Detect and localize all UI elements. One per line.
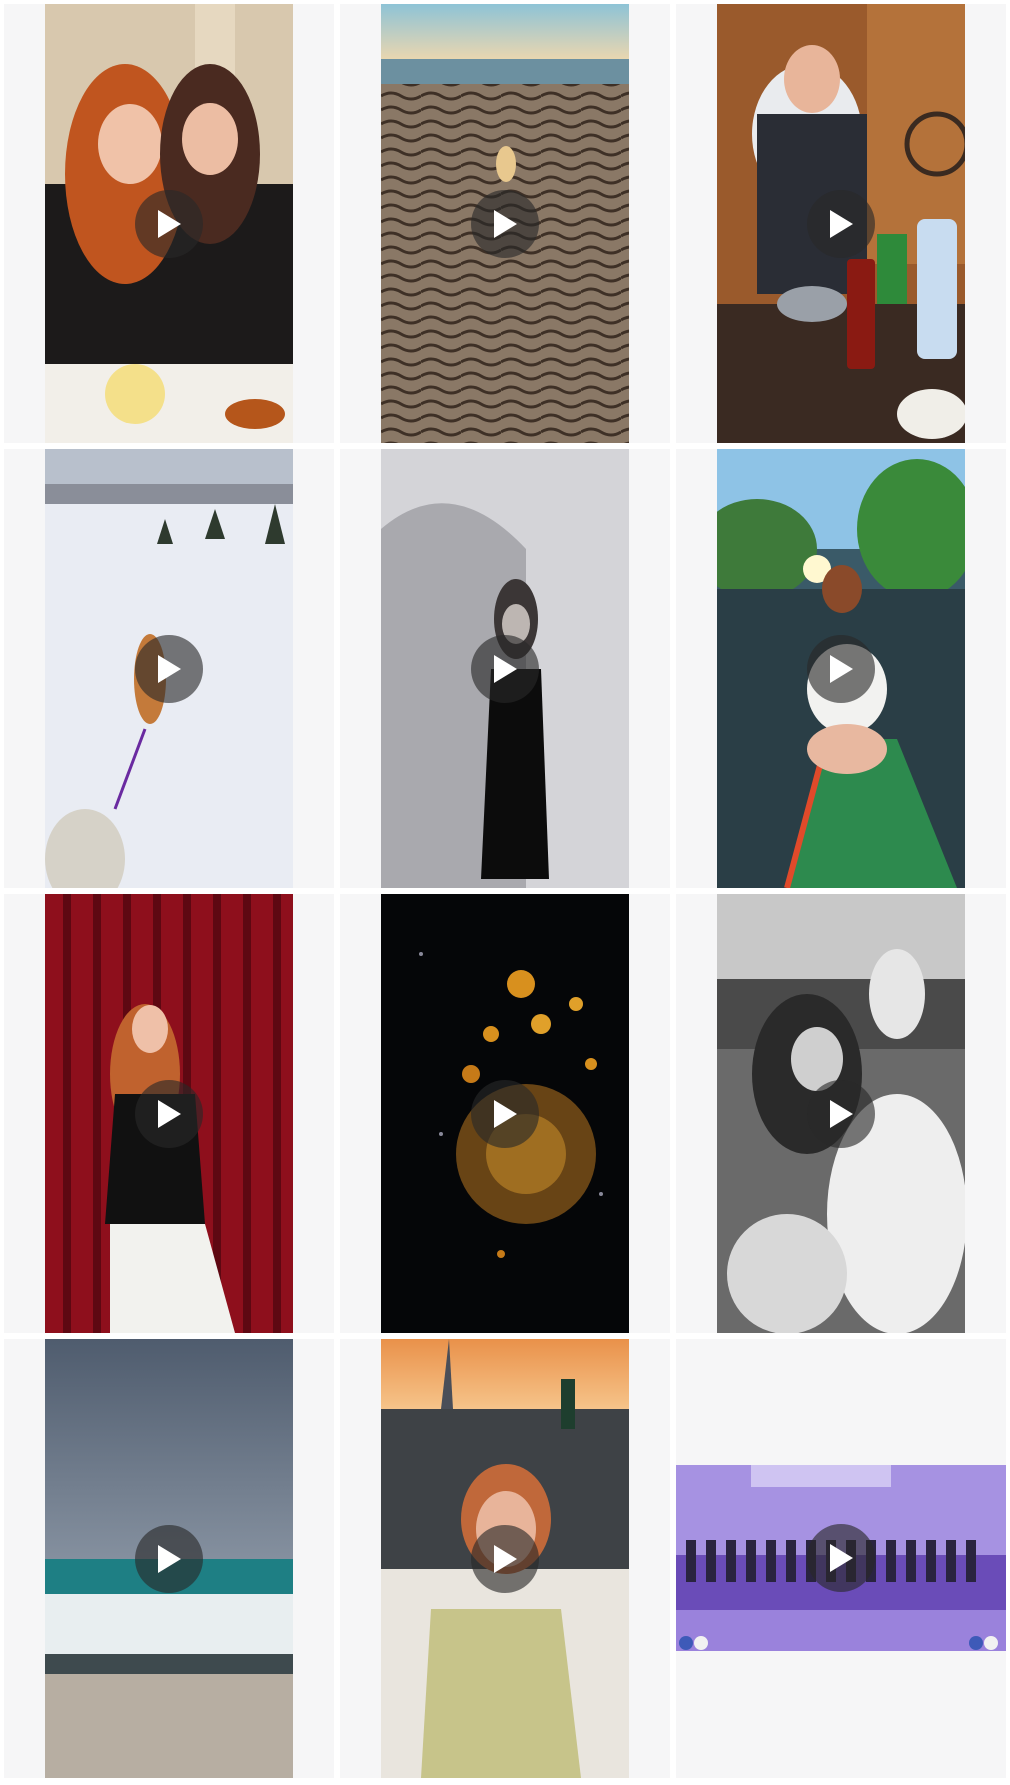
play-button[interactable] [471,1524,539,1593]
video-thumbnail[interactable] [381,1339,629,1778]
play-icon [830,209,853,238]
play-icon [494,1099,517,1128]
play-icon [158,209,181,238]
play-button[interactable] [807,634,875,703]
video-tile-1[interactable] [4,4,334,443]
play-button[interactable] [471,189,539,258]
play-button[interactable] [135,1524,203,1593]
video-thumbnail[interactable] [676,1465,1006,1651]
play-icon [830,1099,853,1128]
video-thumbnail[interactable] [45,4,293,443]
video-thumbnail[interactable] [45,449,293,888]
video-tile-6[interactable] [676,449,1006,888]
play-icon [158,654,181,683]
video-tile-12[interactable] [676,1339,1006,1778]
video-thumbnail[interactable] [717,4,965,443]
video-tile-3[interactable] [676,4,1006,443]
video-tile-2[interactable] [340,4,670,443]
video-thumbnail[interactable] [45,894,293,1333]
play-icon [158,1544,181,1573]
video-thumbnail[interactable] [717,449,965,888]
play-button[interactable] [135,634,203,703]
play-button[interactable] [807,1079,875,1148]
play-icon [494,209,517,238]
video-tile-9[interactable] [676,894,1006,1333]
play-button[interactable] [807,189,875,258]
play-icon [158,1099,181,1128]
play-button[interactable] [135,189,203,258]
video-thumbnail[interactable] [717,894,965,1333]
video-tile-11[interactable] [340,1339,670,1778]
video-thumbnail[interactable] [381,894,629,1333]
play-button[interactable] [471,634,539,703]
video-thumbnail[interactable] [45,1339,293,1778]
play-button[interactable] [135,1079,203,1148]
video-thumbnail[interactable] [381,4,629,443]
video-tile-4[interactable] [4,449,334,888]
play-button[interactable] [471,1079,539,1148]
video-tile-5[interactable] [340,449,670,888]
play-icon [830,654,853,683]
play-icon [494,654,517,683]
video-thumbnail[interactable] [381,449,629,888]
play-button[interactable] [807,1524,875,1592]
video-tile-10[interactable] [4,1339,334,1778]
play-icon [494,1544,517,1573]
video-tile-8[interactable] [340,894,670,1333]
video-grid [4,4,1006,1778]
video-tile-7[interactable] [4,894,334,1333]
play-icon [830,1544,853,1572]
